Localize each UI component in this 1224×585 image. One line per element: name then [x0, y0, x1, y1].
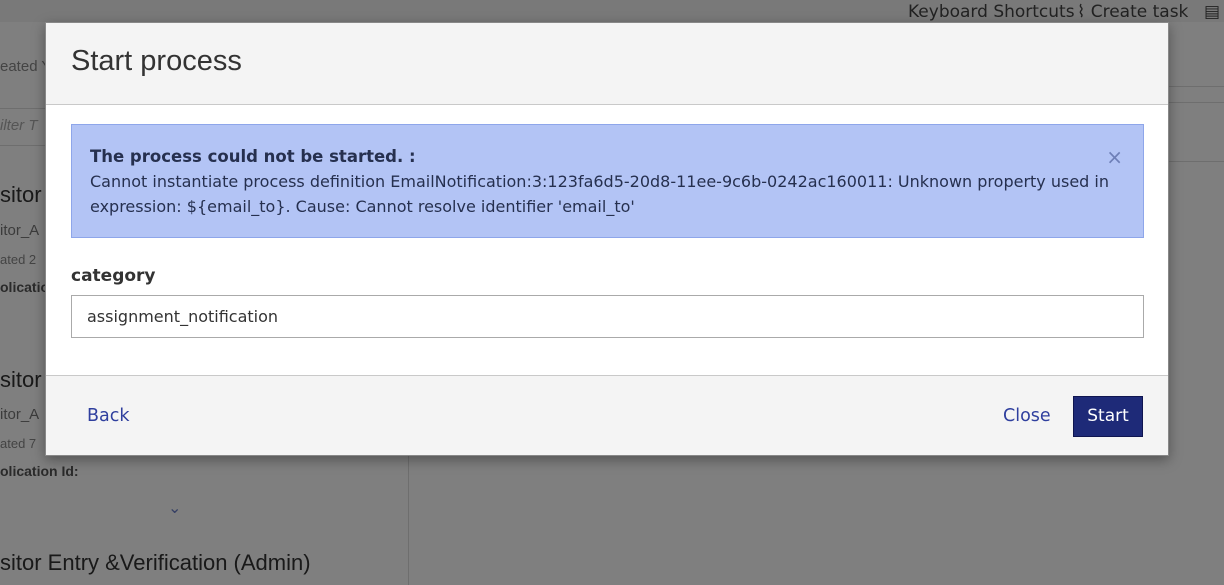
alert-message: Cannot instantiate process definition Em… — [90, 172, 1109, 216]
error-alert: The process could not be started. : Cann… — [71, 124, 1144, 238]
dialog-title: Start process — [71, 45, 242, 77]
dialog-body: The process could not be started. : Cann… — [46, 105, 1168, 375]
category-label: category — [71, 266, 156, 286]
start-process-dialog: Start process The process could not be s… — [45, 22, 1169, 456]
close-button[interactable]: Close — [1003, 406, 1051, 426]
back-button[interactable]: Back — [87, 406, 130, 426]
close-icon[interactable]: × — [1106, 145, 1123, 169]
dialog-header: Start process — [46, 23, 1168, 105]
category-input[interactable] — [71, 295, 1144, 338]
dialog-footer: Back Close Start — [46, 375, 1168, 455]
alert-title: The process could not be started. : — [90, 147, 416, 166]
start-button[interactable]: Start — [1073, 396, 1143, 437]
